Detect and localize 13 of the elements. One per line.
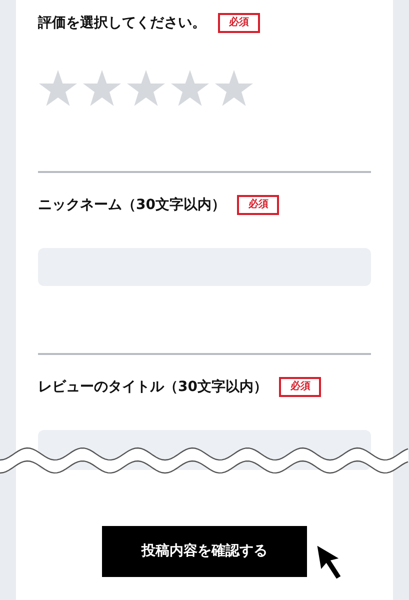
star-icon[interactable] — [82, 69, 122, 107]
star-icon[interactable] — [214, 69, 254, 107]
cursor-icon — [315, 543, 343, 581]
required-tag: 必須 — [279, 377, 322, 397]
star-icon[interactable] — [126, 69, 166, 107]
field-label: ニックネーム（30文字以内） — [38, 196, 226, 215]
confirm-button[interactable]: 投稿内容を確認する — [102, 526, 307, 577]
required-tag: 必須 — [218, 13, 260, 33]
required-tag: 必須 — [237, 195, 280, 215]
star-icon[interactable] — [38, 69, 78, 107]
field-label: 評価を選択してください。 — [38, 14, 206, 33]
field-label: レビューのタイトル（30文字以内） — [38, 378, 268, 397]
star-icon[interactable] — [170, 69, 210, 107]
